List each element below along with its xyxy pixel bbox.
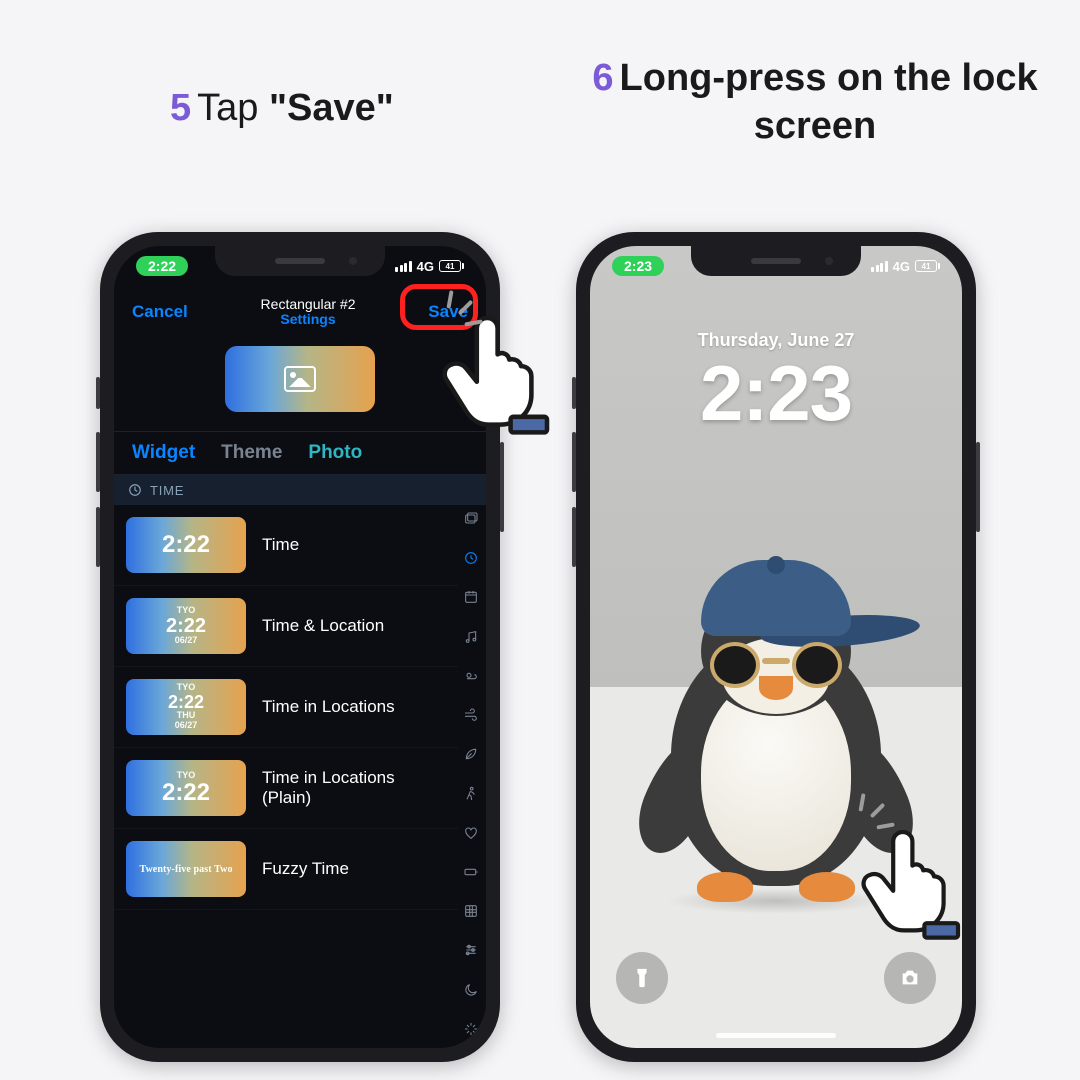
photos-icon[interactable] — [462, 510, 480, 528]
phone-left-screen: 2:22 4G Cancel Rectangular #2 Settings S… — [114, 246, 486, 1048]
section-header-label: TIME — [150, 483, 184, 498]
list-item[interactable]: TYO2:2206/27 Time & Location — [114, 586, 458, 667]
cancel-button[interactable]: Cancel — [132, 302, 188, 322]
weather-icon[interactable] — [462, 667, 480, 685]
widget-list[interactable]: 2:22 Time TYO2:2206/27 Time & Location T… — [114, 505, 458, 1048]
music-icon[interactable] — [462, 628, 480, 646]
list-item[interactable]: TYO2:22 Time in Locations (Plain) — [114, 748, 458, 829]
header-title-block: Rectangular #2 Settings — [261, 297, 356, 328]
step-6-caption: 6Long-press on the lock screen — [590, 55, 1040, 150]
step-5-bold: "Save" — [269, 87, 394, 129]
status-time-pill: 2:22 — [136, 256, 188, 276]
list-item-label: Time & Location — [262, 616, 384, 636]
clock-icon[interactable] — [462, 549, 480, 567]
step-5-number: 5 — [170, 87, 191, 129]
list-item-label: Time in Locations (Plain) — [262, 768, 446, 809]
widget-preview[interactable] — [225, 346, 375, 412]
heart-icon[interactable] — [462, 824, 480, 842]
wind-icon[interactable] — [462, 706, 480, 724]
step-5-caption: 5Tap "Save" — [170, 85, 394, 133]
editor-tabs: Widget Theme Photo — [114, 431, 486, 475]
list-item[interactable]: 2:22 Time — [114, 505, 458, 586]
phone-left: 2:22 4G Cancel Rectangular #2 Settings S… — [100, 232, 500, 1062]
camera-button[interactable] — [884, 952, 936, 1004]
home-indicator[interactable] — [716, 1033, 836, 1038]
list-item[interactable]: Twenty-five past Two Fuzzy Time — [114, 829, 458, 910]
walk-icon[interactable] — [462, 785, 480, 803]
leaf-icon[interactable] — [462, 745, 480, 763]
tab-theme[interactable]: Theme — [221, 442, 282, 464]
clock-icon — [128, 483, 142, 497]
header-title: Rectangular #2 — [261, 297, 356, 312]
status-time-pill: 2:23 — [612, 256, 664, 276]
battery-icon — [439, 260, 464, 272]
list-item-label: Fuzzy Time — [262, 859, 349, 879]
wallpaper-penguin — [641, 546, 911, 906]
grid-icon[interactable] — [462, 902, 480, 920]
tab-photo[interactable]: Photo — [308, 442, 362, 464]
battery-cat-icon[interactable] — [462, 863, 480, 881]
status-network: 4G — [893, 259, 910, 274]
category-rail — [460, 506, 482, 1042]
status-network: 4G — [417, 259, 434, 274]
notch — [215, 246, 385, 276]
tab-widget[interactable]: Widget — [132, 442, 195, 464]
editor-header: Cancel Rectangular #2 Settings Save — [114, 290, 486, 334]
section-header-time: TIME — [114, 475, 486, 505]
list-item-label: Time — [262, 535, 299, 555]
step-5-pretext: Tap — [197, 87, 269, 129]
sparkle-icon[interactable] — [462, 1020, 480, 1038]
moon-icon[interactable] — [462, 981, 480, 999]
header-subtitle[interactable]: Settings — [261, 312, 356, 327]
lock-screen[interactable]: 2:23 4G Thursday, June 27 2:23 — [590, 246, 962, 1048]
list-item[interactable]: TYO2:22THU 06/27 Time in Locations — [114, 667, 458, 748]
picture-icon — [284, 366, 316, 392]
battery-icon — [915, 260, 940, 272]
lock-time: 2:23 — [590, 348, 962, 439]
list-item-label: Time in Locations — [262, 697, 395, 717]
sliders-icon[interactable] — [462, 941, 480, 959]
calendar-icon[interactable] — [462, 588, 480, 606]
signal-icon — [395, 261, 412, 272]
step-6-number: 6 — [592, 57, 613, 99]
phone-right: 2:23 4G Thursday, June 27 2:23 — [576, 232, 976, 1062]
signal-icon — [871, 261, 888, 272]
save-button[interactable]: Save — [428, 302, 468, 322]
flashlight-button[interactable] — [616, 952, 668, 1004]
step-6-text: Long-press on the lock screen — [620, 57, 1038, 147]
notch — [691, 246, 861, 276]
